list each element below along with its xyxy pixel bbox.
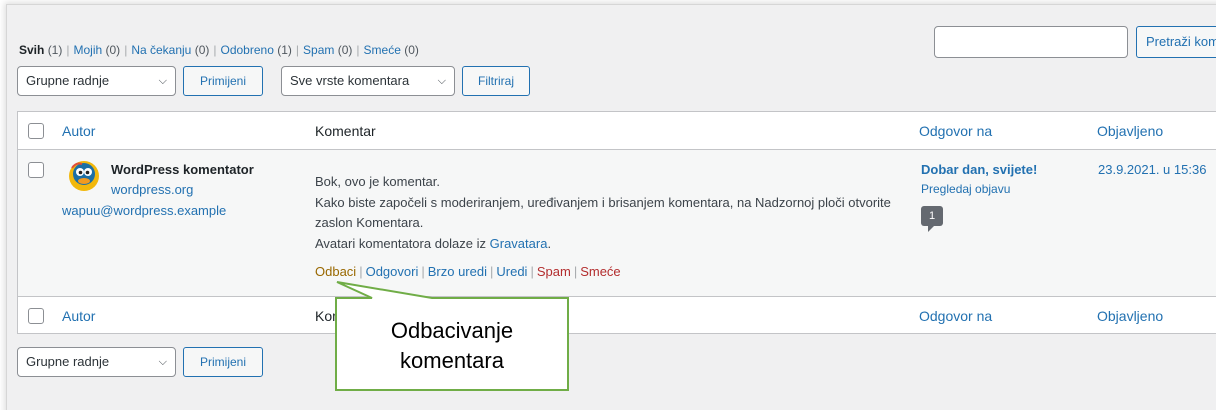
separator: | bbox=[124, 43, 128, 57]
separator: | bbox=[356, 43, 360, 57]
table-footer: Autor Komentar Odgovor na Objavljeno bbox=[18, 296, 1216, 334]
comment-type-select[interactable]: Sve vrste komentara ⌵ bbox=[281, 66, 455, 96]
comment-body: Bok, ovo je komentar. Kako biste započel… bbox=[315, 172, 915, 254]
bulk-actions-value: Grupne radnje bbox=[26, 354, 110, 369]
filter-trash[interactable]: Smeće (0) bbox=[364, 43, 419, 57]
separator: | bbox=[213, 43, 217, 57]
filter-all[interactable]: Svih (1) bbox=[19, 43, 62, 57]
edit-action[interactable]: Uredi bbox=[496, 264, 527, 279]
comment-type-value: Sve vrste komentara bbox=[290, 73, 410, 88]
callout-label: Odbacivanje komentara bbox=[336, 316, 568, 376]
select-all-checkbox-footer[interactable] bbox=[28, 308, 44, 324]
spam-action[interactable]: Spam bbox=[537, 264, 571, 279]
callout-line: komentara bbox=[400, 348, 504, 373]
separator: | bbox=[295, 43, 300, 57]
filter-pending[interactable]: Na čekanju (0) bbox=[131, 43, 209, 57]
filter-spam[interactable]: Spam (0) bbox=[303, 43, 352, 57]
column-response-sort[interactable]: Odgovor na bbox=[919, 123, 992, 139]
unapprove-action[interactable]: Odbaci bbox=[315, 264, 356, 279]
comment-date-link[interactable]: 23.9.2021. u 15:36 bbox=[1098, 162, 1206, 177]
comments-page: Svih (1) | Mojih (0) | Na čekanju (0) | Odobre… bbox=[6, 4, 1216, 410]
separator: | bbox=[359, 264, 363, 279]
column-date-sort[interactable]: Objavljeno bbox=[1097, 123, 1163, 139]
bulk-actions-select-bottom[interactable]: Grupne radnje ⌵ bbox=[17, 347, 176, 377]
comment-count-badge[interactable]: 1 bbox=[921, 206, 943, 232]
search-input[interactable] bbox=[934, 26, 1128, 58]
column-author-sort[interactable]: Autor bbox=[62, 123, 95, 139]
chevron-down-icon: ⌵ bbox=[158, 75, 167, 87]
status-filter-links: Svih (1) | Mojih (0) | Na čekanju (0) | Odobre… bbox=[19, 43, 419, 57]
comment-line: Bok, ovo je komentar. bbox=[315, 174, 441, 189]
separator: | bbox=[66, 43, 70, 57]
comment-line: Avatari komentatora dolaze iz Gravatara. bbox=[315, 235, 552, 251]
comment-author-name: WordPress komentator bbox=[111, 162, 254, 177]
comment-author-email[interactable]: wapuu@wordpress.example bbox=[62, 203, 226, 218]
column-response-sort-footer[interactable]: Odgovor na bbox=[919, 308, 992, 324]
filter-approved[interactable]: Odobreno (1) bbox=[221, 43, 292, 57]
comments-table: Autor Komentar Odgovor na Objavljeno Wor… bbox=[17, 111, 1216, 334]
column-comment: Komentar bbox=[315, 123, 376, 139]
select-all-checkbox[interactable] bbox=[28, 123, 44, 139]
filter-mine[interactable]: Mojih (0) bbox=[73, 43, 120, 57]
bulk-actions-value: Grupne radnje bbox=[26, 73, 110, 88]
comment-checkbox[interactable] bbox=[28, 162, 44, 178]
row-actions: Odbaci | Odgovori | Brzo uredi | Uredi | Spam | Sm… bbox=[315, 264, 621, 279]
gravatar-link[interactable]: Gravatara bbox=[490, 236, 548, 251]
separator: | bbox=[489, 264, 494, 279]
response-post-title[interactable]: Dobar dan, svijete! bbox=[921, 162, 1037, 177]
apply-button-top[interactable]: Primijeni bbox=[183, 66, 263, 96]
comment-author-url[interactable]: wordpress.org bbox=[111, 182, 193, 197]
search-comments-button[interactable]: Pretraži komentare bbox=[1136, 26, 1216, 58]
comment-line: Kako biste započeli s moderiranjem, uređ… bbox=[315, 194, 891, 231]
callout-line: Odbacivanje bbox=[390, 318, 514, 343]
separator: | bbox=[573, 264, 578, 279]
table-row: WordPress komentator wordpress.org wapuu… bbox=[18, 150, 1216, 296]
table-header: Autor Komentar Odgovor na Objavljeno bbox=[18, 112, 1216, 150]
column-date-sort-footer[interactable]: Objavljeno bbox=[1097, 308, 1163, 324]
reply-action[interactable]: Odgovori bbox=[366, 264, 419, 279]
separator: | bbox=[421, 264, 425, 279]
filter-button[interactable]: Filtriraj bbox=[462, 66, 530, 96]
bulk-actions-select-top[interactable]: Grupne radnje ⌵ bbox=[17, 66, 176, 96]
chevron-down-icon: ⌵ bbox=[158, 356, 167, 368]
view-post-link[interactable]: Pregledaj objavu bbox=[921, 182, 1010, 196]
column-author-sort-footer[interactable]: Autor bbox=[62, 308, 95, 324]
chevron-down-icon: ⌵ bbox=[437, 75, 446, 87]
trash-action[interactable]: Smeće bbox=[580, 264, 620, 279]
separator: | bbox=[530, 264, 534, 279]
apply-button-bottom[interactable]: Primijeni bbox=[183, 347, 263, 377]
avatar bbox=[68, 160, 100, 192]
quick-edit-action[interactable]: Brzo uredi bbox=[428, 264, 487, 279]
